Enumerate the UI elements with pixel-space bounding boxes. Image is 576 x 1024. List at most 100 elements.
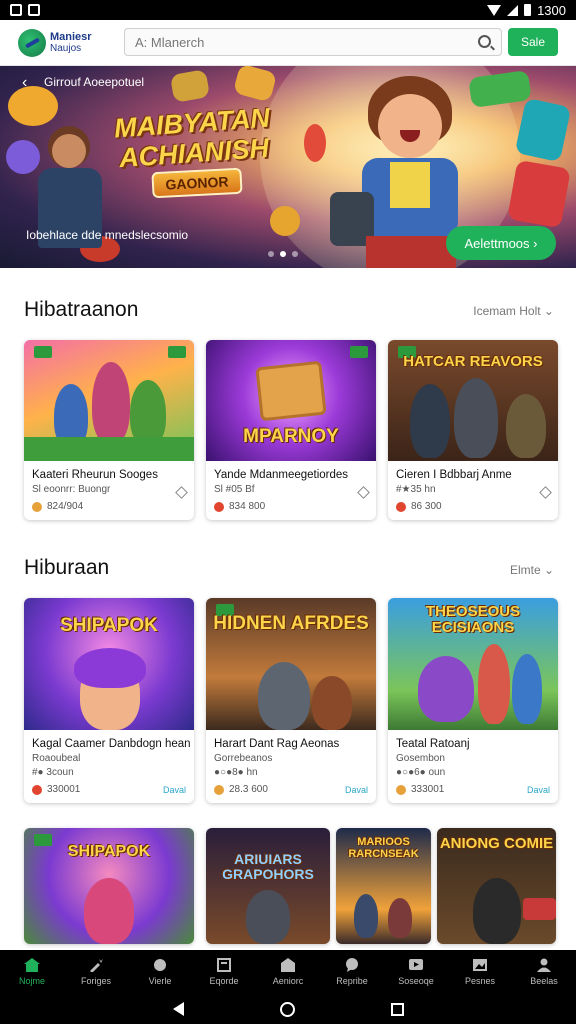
game-thumbnail: SHIPAPOK [24,828,194,944]
nav-item-profile[interactable]: Beelas [512,950,576,994]
card-sub: Gosembon [396,753,445,764]
hero-breadcrumb[interactable]: Girrouf Aoeepotuel [44,75,144,89]
sale-button[interactable]: Sale [508,28,558,56]
game-card[interactable]: SHIPAPOK [24,828,194,944]
card-name: Kagal Caamer Danbdogn hean [32,738,191,750]
bottom-nav: Nojme Foriges Vierle Eqorde Aeniorc Repr… [0,950,576,994]
nav-item-photos[interactable]: Pesnes [448,950,512,994]
game-thumbnail: ARIUIARS GRAPOHORS [206,828,330,944]
search-input[interactable]: A: Mlanerch [124,28,502,56]
game-card[interactable]: THEOSEOUS ECISIAONS Teatal Ratoanj Gosem… [388,598,558,803]
chat-icon [346,958,358,972]
user-icon [537,958,551,972]
game-thumbnail: THEOSEOUS ECISIAONS [388,598,558,730]
card-footer: 333001 Daval [388,778,558,803]
game-thumbnail: SHIPAPOK [24,598,194,730]
nav-label: Aeniorc [272,976,304,986]
coin-icon [396,501,406,512]
card-tag[interactable]: Daval [527,785,550,795]
status-bar: 1300 [0,0,576,20]
card-name: Kaateri Rheurun Sooges [32,469,158,481]
nav-label: Soseoqe [398,976,434,986]
floating-tile [270,206,300,236]
floating-tile [169,69,211,103]
card-price: 333001 [411,784,445,795]
game-card[interactable]: ARIUIARS GRAPOHORS [206,828,330,944]
system-home-icon[interactable] [279,1001,295,1017]
logo[interactable]: Maniesr Naujos [18,28,118,57]
game-card[interactable]: MARIOOS RARCNSEAK [336,828,431,944]
game-card[interactable]: Kaateri Rheurun Sooges Sl eoonrr: Buongr… [24,340,194,520]
thumb-title: THEOSEOUS ECISIAONS [425,603,521,636]
thumb-title: HIDNEN AFRDES [213,613,369,634]
thumb-title: MARIOOS RARCNSEAK [348,836,419,860]
tag-chip [168,346,186,358]
tag-chip [34,346,52,358]
system-recents-icon[interactable] [390,1002,404,1016]
hero-tag: GAONOR [151,167,243,199]
card-price: 330001 [47,784,81,795]
thumb-title: ARIUIARS GRAPOHORS [222,851,314,882]
carousel-dot-active[interactable] [280,251,286,257]
game-card[interactable]: MPARNOY Yande Mdanmeegetiordes Sl #05 Bf… [206,340,376,520]
card-meta: ●○●6● oun [396,767,446,778]
card-meta: #● 3coun [32,767,74,778]
thumb-title: HATCAR REAVORS [403,353,543,370]
status-left [10,4,40,16]
game-thumbnail: HIDNEN AFRDES [206,598,376,730]
nav-item-home[interactable]: Nojme [0,950,64,994]
carousel-dot[interactable] [268,251,274,257]
nav-item-orders[interactable]: Eqorde [192,950,256,994]
game-card[interactable]: ANIONG COMIE [437,828,556,944]
floating-tile [507,159,571,229]
status-right: 1300 [487,3,566,18]
nav-label: Eqorde [209,976,239,986]
card-name: Cieren I Bdbbarj Anme [396,469,512,481]
system-back-icon[interactable] [172,1002,184,1016]
nav-label: Repribe [336,976,368,986]
section-sort-link[interactable]: Icemam Holt ⌄ [473,304,554,318]
card-price: 28.3 600 [229,784,268,795]
card-sub: Sl #05 Bf [214,484,255,495]
game-card[interactable]: SHIPAPOK Kagal Caamer Danbdogn hean Roao… [24,598,194,803]
hero-cta-button[interactable]: Aelettmoos › [446,226,556,260]
card-tag[interactable]: Daval [163,785,186,795]
image-icon [473,959,487,971]
nav-item-shop[interactable]: Aeniorc [256,950,320,994]
nav-label: Nojme [18,976,45,986]
card-name: Harart Dant Rag Aeonas [214,738,340,750]
back-arrow-icon[interactable]: ‹ [22,74,27,92]
carousel-dots[interactable] [268,251,298,257]
status-time: 1300 [537,2,566,18]
nav-item-social[interactable]: Soseoqe [384,950,448,994]
search-placeholder: A: Mlanerch [135,34,205,50]
puzzle-icon [154,959,166,971]
card-tag[interactable]: Daval [345,785,368,795]
nav-item-video[interactable]: Vierle [128,950,192,994]
coin-icon [32,501,42,512]
notification-icon [28,4,40,16]
card-price: 824/904 [47,501,84,512]
logo-line2: Naujos [50,42,82,54]
nav-label: Vierle [148,976,172,986]
nav-item-games[interactable]: Foriges [64,950,128,994]
search-icon[interactable] [478,35,491,48]
game-thumbnail: MARIOOS RARCNSEAK [336,828,431,944]
coin-icon [214,501,224,512]
hero-title: MAIBYATAN ACHIANISH [113,102,271,174]
carousel-dot[interactable] [292,251,298,257]
card-sub: Roaoubeal [32,753,81,764]
thumb-title: ANIONG COMIE [439,835,554,852]
card-footer: 86 300 [388,495,558,520]
floating-tile [232,66,278,103]
card-price: 834 800 [229,501,266,512]
coin-icon [32,784,42,795]
nav-item-report[interactable]: Repribe [320,950,384,994]
section-sort-link[interactable]: Elmte ⌄ [510,563,554,577]
game-card[interactable]: HATCAR REAVORS Cieren I Bdbbarj Anme #★3… [388,340,558,520]
game-card[interactable]: HIDNEN AFRDES Harart Dant Rag Aeonas Gor… [206,598,376,803]
hero-banner[interactable]: ‹ Girrouf Aoeepotuel MAIBYATAN ACHIANISH… [0,66,576,268]
card-footer: 28.3 600 Daval [206,778,376,803]
section-title: Hibatraanon [24,298,139,321]
wand-icon [90,959,103,972]
